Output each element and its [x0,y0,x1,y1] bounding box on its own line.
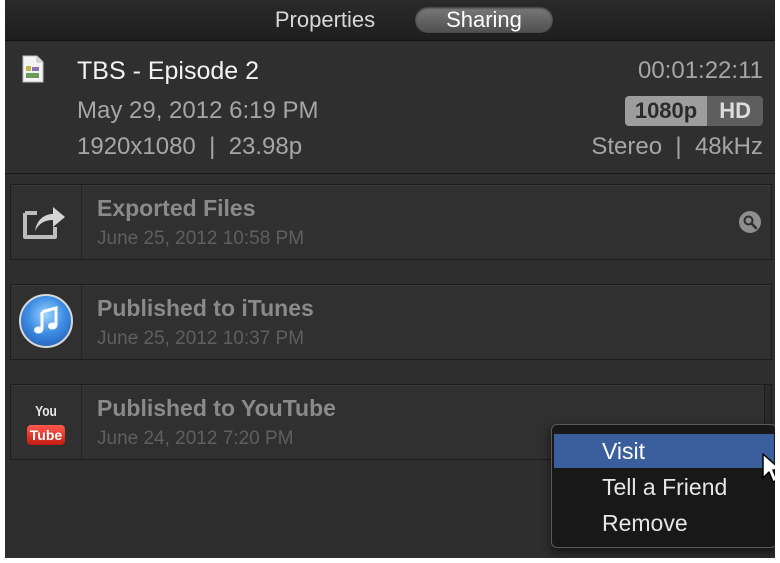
format-badge-hd: HD [707,96,763,126]
row-icon-cell [11,185,82,259]
share-row-itunes[interactable]: Published to iTunes June 25, 2012 10:37 … [10,284,772,360]
youtube-icon: You Tube [21,403,71,447]
tab-bar: Properties Sharing [5,0,775,41]
row-date: June 25, 2012 10:37 PM [97,328,305,349]
clip-info-header: TBS - Episode 2 May 29, 2012 6:19 PM 192… [5,41,775,174]
menu-item-tell-a-friend[interactable]: Tell a Friend [554,470,774,504]
clip-resolution: 1920x1080 | 23.98p [77,133,303,160]
format-badge-resolution: 1080p [624,96,708,126]
youtube-logo-you: You [35,403,57,420]
clip-date: May 29, 2012 6:19 PM [77,97,319,124]
itunes-icon [19,294,73,348]
tab-sharing[interactable]: Sharing [415,7,553,33]
row-icon-cell [11,285,82,359]
magnifier-icon[interactable] [739,211,761,233]
row-title: Published to iTunes [97,295,314,321]
menu-item-visit[interactable]: Visit [554,434,774,468]
row-icon-cell: You Tube [11,385,82,459]
clip-timecode: 00:01:22:11 [637,57,763,84]
document-icon [22,55,44,83]
share-row-exported-files[interactable]: Exported Files June 25, 2012 10:58 PM [10,184,772,260]
tab-properties[interactable]: Properties [245,7,405,33]
youtube-logo-tube: Tube [27,425,65,445]
inspector-panel: Properties Sharing TBS - Episode 2 May 2… [5,0,775,558]
menu-item-remove[interactable]: Remove [554,506,774,540]
row-title: Published to YouTube [97,395,336,421]
clip-title: TBS - Episode 2 [77,57,260,85]
format-badge: 1080p HD [624,96,763,126]
row-date: June 24, 2012 7:20 PM [97,428,294,449]
clip-audio: Stereo | 48kHz [591,133,763,160]
context-menu: Visit Tell a Friend Remove [551,424,775,548]
mouse-pointer-icon [762,453,775,483]
export-icon [23,207,65,239]
row-date: June 25, 2012 10:58 PM [97,228,305,249]
row-title: Exported Files [97,195,256,221]
